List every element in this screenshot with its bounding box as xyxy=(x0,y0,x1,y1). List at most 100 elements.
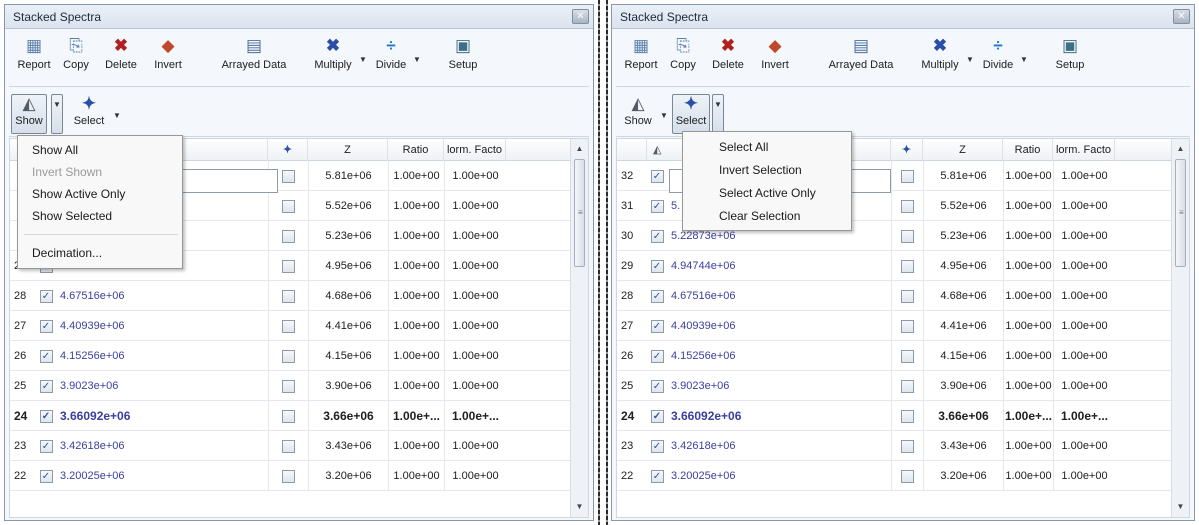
select-dropdown-arrow[interactable]: ▼ xyxy=(113,111,121,120)
show-checkbox-cell[interactable]: ✓ xyxy=(34,281,58,311)
show-checkbox-cell[interactable]: ✓ xyxy=(34,371,58,401)
show-dropdown-arrow[interactable]: ▼ xyxy=(51,94,63,134)
show-checkbox-cell[interactable]: ✓ xyxy=(34,431,58,461)
show-checkbox-cell[interactable]: ✓ xyxy=(645,371,669,401)
z-column-header[interactable]: Z xyxy=(308,139,388,161)
table-row[interactable]: 28✓4.67516e+06✓4.68e+061.00e+001.00e+00 xyxy=(10,281,570,311)
delete-button[interactable]: ✖ Delete xyxy=(708,35,748,81)
arrayed-data-button[interactable]: ▤ Arrayed Data xyxy=(828,35,894,81)
row-label[interactable]: 3.66092e+06 xyxy=(671,401,891,431)
select-checkbox-cell[interactable]: ✓ xyxy=(891,371,923,401)
select-checkbox-cell[interactable]: ✓ xyxy=(268,371,308,401)
table-row[interactable]: 26✓4.15256e+06✓4.15e+061.00e+001.00e+00 xyxy=(10,341,570,371)
show-checkbox[interactable]: ✓ xyxy=(650,259,664,273)
ratio-column-header[interactable]: Ratio xyxy=(1003,139,1053,161)
divide-dropdown-arrow[interactable]: ▼ xyxy=(413,55,421,64)
select-checkbox-cell[interactable]: ✓ xyxy=(268,341,308,371)
norm-factor-column-header[interactable]: lorm. Facto xyxy=(444,139,506,161)
multiply-button[interactable]: ✖ Multiply xyxy=(918,35,962,81)
table-row[interactable]: 22✓3.20025e+06✓3.20e+061.00e+001.00e+00 xyxy=(10,461,570,491)
select-checkbox-cell[interactable]: ✓ xyxy=(891,461,923,491)
row-label[interactable]: 4.94744e+06 xyxy=(671,251,891,281)
select-checkbox[interactable]: ✓ xyxy=(901,349,914,363)
menu-item-show-selected[interactable]: Show Selected xyxy=(18,205,182,227)
select-checkbox-cell[interactable]: ✓ xyxy=(268,221,308,251)
scroll-thumb[interactable]: ≡ xyxy=(1175,159,1186,267)
menu-item-invert-selection[interactable]: Invert Selection xyxy=(683,159,851,181)
scroll-up-arrow[interactable]: ▲ xyxy=(1172,141,1189,157)
setup-button[interactable]: ▣ Setup xyxy=(445,35,481,81)
select-checkbox-cell[interactable]: ✓ xyxy=(891,311,923,341)
show-checkbox-cell[interactable]: ✓ xyxy=(34,401,58,431)
z-column-header[interactable]: Z xyxy=(923,139,1003,161)
select-checkbox[interactable]: ✓ xyxy=(901,259,914,273)
select-checkbox[interactable]: ✓ xyxy=(282,229,295,243)
row-label[interactable]: 4.40939e+06 xyxy=(671,311,891,341)
select-checkbox-cell[interactable]: ✓ xyxy=(891,191,923,221)
table-row[interactable]: 27✓4.40939e+06✓4.41e+061.00e+001.00e+00 xyxy=(10,311,570,341)
show-checkbox[interactable]: ✓ xyxy=(650,289,664,303)
table-row[interactable]: 25✓3.9023e+06✓3.90e+061.00e+001.00e+00 xyxy=(10,371,570,401)
close-button[interactable]: ✕ xyxy=(572,9,589,24)
table-row[interactable]: 24✓3.66092e+06✓3.66e+061.00e+...1.00e+..… xyxy=(617,401,1171,431)
table-row[interactable]: 28✓4.67516e+06✓4.68e+061.00e+001.00e+00 xyxy=(617,281,1171,311)
show-checkbox-cell[interactable]: ✓ xyxy=(645,311,669,341)
table-row[interactable]: 29✓4.94744e+06✓4.95e+061.00e+001.00e+00 xyxy=(617,251,1171,281)
select-checkbox-cell[interactable]: ✓ xyxy=(891,281,923,311)
show-checkbox[interactable]: ✓ xyxy=(39,289,53,303)
show-button[interactable]: ◭ Show xyxy=(620,95,656,141)
copy-button[interactable]: ⎘ Copy xyxy=(666,35,700,81)
select-checkbox[interactable]: ✓ xyxy=(901,169,914,183)
select-checkbox[interactable]: ✓ xyxy=(901,199,914,213)
delete-button[interactable]: ✖ Delete xyxy=(101,35,141,81)
row-label[interactable]: 4.15256e+06 xyxy=(671,341,891,371)
show-checkbox[interactable]: ✓ xyxy=(650,379,664,393)
select-checkbox-cell[interactable]: ✓ xyxy=(268,281,308,311)
show-checkbox[interactable]: ✓ xyxy=(650,469,664,483)
show-checkbox[interactable]: ✓ xyxy=(39,410,53,424)
multiply-dropdown-arrow[interactable]: ▼ xyxy=(359,55,367,64)
table-row[interactable]: 23✓3.42618e+06✓3.43e+061.00e+001.00e+00 xyxy=(10,431,570,461)
show-checkbox[interactable]: ✓ xyxy=(39,439,53,453)
vertical-scrollbar[interactable]: ▲ ≡ ▼ xyxy=(570,139,588,517)
table-row[interactable]: 23✓3.42618e+06✓3.43e+061.00e+001.00e+00 xyxy=(617,431,1171,461)
select-checkbox[interactable]: ✓ xyxy=(282,439,295,453)
invert-button[interactable]: ◆ Invert xyxy=(149,35,187,81)
scroll-down-arrow[interactable]: ▼ xyxy=(571,499,588,515)
row-label[interactable]: 4.40939e+06 xyxy=(60,311,268,341)
row-label[interactable]: 4.15256e+06 xyxy=(60,341,268,371)
menu-item-show-active-only[interactable]: Show Active Only xyxy=(18,183,182,205)
select-column-header[interactable]: ✦ xyxy=(268,139,308,161)
show-checkbox[interactable]: ✓ xyxy=(650,439,664,453)
show-checkbox-cell[interactable]: ✓ xyxy=(34,461,58,491)
close-button[interactable]: ✕ xyxy=(1173,9,1190,24)
table-row[interactable]: 26✓4.15256e+06✓4.15e+061.00e+001.00e+00 xyxy=(617,341,1171,371)
select-checkbox-cell[interactable]: ✓ xyxy=(891,341,923,371)
select-checkbox-cell[interactable]: ✓ xyxy=(891,161,923,191)
divide-dropdown-arrow[interactable]: ▼ xyxy=(1020,55,1028,64)
report-button[interactable]: ▦ Report xyxy=(620,35,662,81)
row-label[interactable]: 3.66092e+06 xyxy=(60,401,268,431)
table-row[interactable]: 25✓3.9023e+06✓3.90e+061.00e+001.00e+00 xyxy=(617,371,1171,401)
select-checkbox[interactable]: ✓ xyxy=(282,349,295,363)
show-checkbox-cell[interactable]: ✓ xyxy=(645,221,669,251)
select-checkbox-cell[interactable]: ✓ xyxy=(268,461,308,491)
show-dropdown-arrow[interactable]: ▼ xyxy=(660,111,668,120)
show-checkbox[interactable]: ✓ xyxy=(39,469,53,483)
select-checkbox[interactable]: ✓ xyxy=(901,379,914,393)
copy-button[interactable]: ⎘ Copy xyxy=(59,35,93,81)
row-label[interactable]: 4.67516e+06 xyxy=(60,281,268,311)
select-checkbox[interactable]: ✓ xyxy=(282,259,295,273)
vertical-scrollbar[interactable]: ▲ ≡ ▼ xyxy=(1171,139,1189,517)
menu-item-clear-selection[interactable]: Clear Selection xyxy=(683,205,851,227)
report-button[interactable]: ▦ Report xyxy=(13,35,55,81)
table-row[interactable]: 22✓3.20025e+06✓3.20e+061.00e+001.00e+00 xyxy=(617,461,1171,491)
select-checkbox[interactable]: ✓ xyxy=(901,289,914,303)
invert-button[interactable]: ◆ Invert xyxy=(756,35,794,81)
select-checkbox-cell[interactable]: ✓ xyxy=(891,251,923,281)
select-dropdown-arrow[interactable]: ▼ xyxy=(712,94,724,134)
select-checkbox-cell[interactable]: ✓ xyxy=(268,401,308,431)
show-checkbox-cell[interactable]: ✓ xyxy=(34,341,58,371)
show-checkbox-cell[interactable]: ✓ xyxy=(645,251,669,281)
show-checkbox[interactable]: ✓ xyxy=(650,349,664,363)
